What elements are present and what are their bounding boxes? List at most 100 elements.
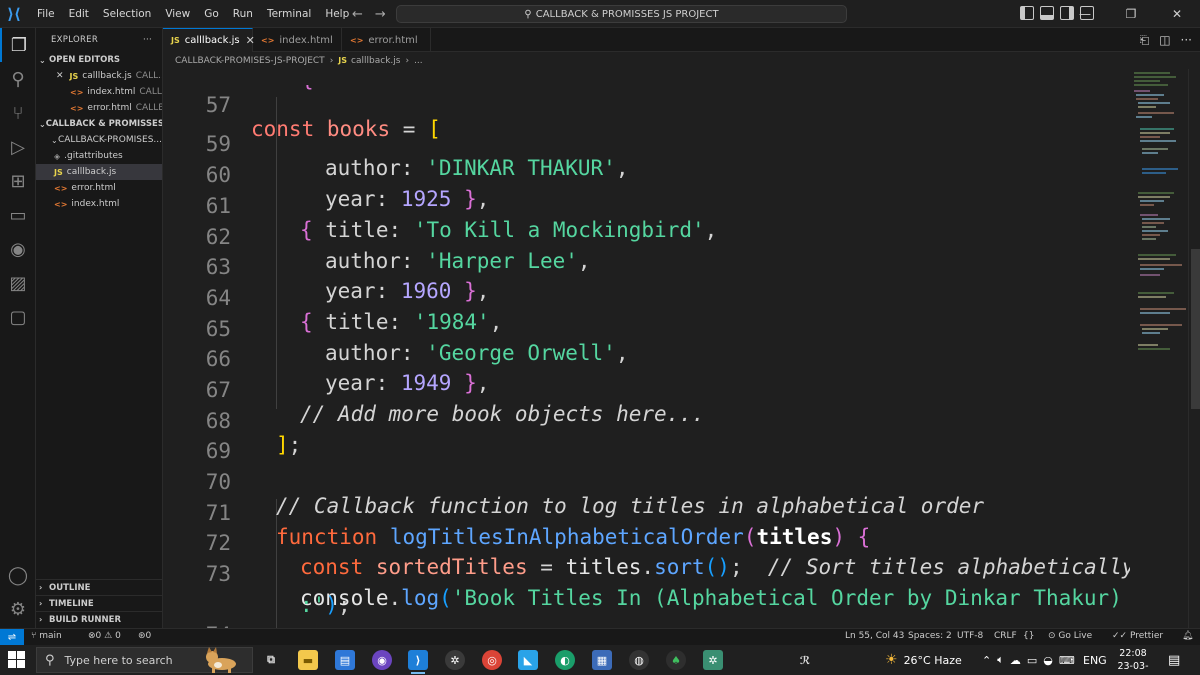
- file-explorer-icon[interactable]: ▬: [298, 650, 318, 670]
- file-item[interactable]: <> error.html: [36, 180, 162, 196]
- taskbar-clock[interactable]: 22:08 23-03-2024: [1108, 647, 1158, 675]
- go-live-button[interactable]: ⊙ Go Live: [1048, 631, 1092, 641]
- split-editor-icon[interactable]: ◫: [1159, 33, 1170, 48]
- weather-widget[interactable]: ☀ 26°C Haze: [885, 645, 962, 675]
- menu-edit[interactable]: Edit: [62, 0, 96, 28]
- tab-calllback-js[interactable]: JS calllback.js ✕: [163, 28, 255, 52]
- branch-status[interactable]: ⑂ main: [31, 631, 62, 641]
- menu-help[interactable]: Help: [318, 0, 356, 28]
- code-line: 73 console.log('Book Titles In (Alphabet…: [205, 562, 1122, 610]
- windows-start-icon[interactable]: [8, 651, 26, 669]
- toggle-panel-icon[interactable]: [1040, 6, 1054, 20]
- onedrive-icon[interactable]: ☁: [1010, 654, 1021, 667]
- chat-icon[interactable]: ▢: [0, 300, 36, 334]
- open-editor-item[interactable]: ✕ JS calllback.js CALL...: [36, 68, 162, 84]
- chevron-right-icon: ›: [39, 583, 43, 592]
- keyboard-icon[interactable]: ⌨: [1059, 654, 1075, 667]
- github-icon[interactable]: ◉: [0, 232, 36, 266]
- open-changes-icon[interactable]: ⎗: [1140, 33, 1150, 48]
- minimap[interactable]: [1130, 69, 1188, 628]
- chevron-right-icon: ›: [39, 599, 43, 608]
- breadcrumb-folder[interactable]: CALLBACK-PROMISES-JS-PROJECT: [175, 56, 325, 66]
- menu-run[interactable]: Run: [226, 0, 260, 28]
- speaker-icon[interactable]: 🔈︎: [997, 653, 1004, 667]
- outline-section[interactable]: › OUTLINE: [36, 579, 163, 595]
- command-center-search[interactable]: ⚲ CALLBACK & PROMISSES JS PROJECT: [396, 5, 847, 23]
- restore-icon[interactable]: ❐: [1108, 0, 1154, 28]
- chatgpt-icon[interactable]: ✲: [445, 650, 465, 670]
- settings-gear-icon[interactable]: ⚙: [0, 592, 36, 626]
- language-indicator[interactable]: ENG: [1083, 645, 1107, 675]
- more-actions-icon[interactable]: ···: [143, 35, 152, 45]
- network-icon[interactable]: ◒: [1043, 654, 1053, 667]
- minimize-icon[interactable]: —: [1062, 0, 1108, 28]
- tab-error-html[interactable]: <> error.html: [342, 28, 431, 52]
- file-item[interactable]: <> index.html: [36, 196, 162, 212]
- vscode-taskbar-icon[interactable]: ⟩: [408, 650, 428, 670]
- back-arrow-icon[interactable]: ←: [352, 7, 363, 22]
- extensions-icon[interactable]: ⊞: [0, 164, 36, 198]
- edge-icon[interactable]: ◐: [555, 650, 575, 670]
- flutter-icon[interactable]: ◣: [518, 650, 538, 670]
- editor-tab-bar: JS calllback.js ✕ <> index.html <> error…: [163, 28, 1200, 52]
- close-icon[interactable]: ✕: [56, 71, 64, 81]
- cursor-position[interactable]: Ln 55, Col 43: [845, 631, 904, 641]
- more-actions-icon[interactable]: ···: [1181, 33, 1192, 48]
- image-preview-icon[interactable]: ▨: [0, 266, 36, 300]
- menu-go[interactable]: Go: [197, 0, 226, 28]
- code-line: 57 const books = [: [205, 93, 441, 141]
- menu-view[interactable]: View: [158, 0, 197, 28]
- people-icon[interactable]: ℛ: [795, 650, 815, 670]
- timeline-section[interactable]: › TIMELINE: [36, 595, 163, 611]
- github-desktop-icon[interactable]: ◉: [372, 650, 392, 670]
- folder-item[interactable]: ⌄ CALLBACK-PROMISES...: [36, 132, 162, 148]
- open-editor-item[interactable]: <> error.html CALLB...: [36, 100, 162, 116]
- toggle-primary-sidebar-icon[interactable]: [1020, 6, 1034, 20]
- notifications-bell-icon[interactable]: 🔔︎: [1182, 631, 1193, 641]
- breadcrumb-file[interactable]: calllback.js: [351, 56, 400, 66]
- chatgpt-app-icon[interactable]: ✲: [703, 650, 723, 670]
- indent-status[interactable]: Spaces: 2: [908, 631, 952, 641]
- code-line: 71 function logTitlesInAlphabeticalOrder…: [205, 501, 871, 549]
- prettier-status[interactable]: ✓✓ Prettier: [1112, 631, 1163, 641]
- file-item[interactable]: JS calllback.js: [36, 164, 162, 180]
- file-item[interactable]: ◈ .gitattributes: [36, 148, 162, 164]
- code-editor[interactable]: { 57 const books = [ 59 author: 'DINKAR …: [163, 69, 1130, 628]
- battery-icon[interactable]: ▭: [1027, 654, 1037, 667]
- menu-selection[interactable]: Selection: [96, 0, 158, 28]
- account-icon[interactable]: ◯: [0, 558, 36, 592]
- mongodb-icon[interactable]: ♠: [666, 650, 686, 670]
- desktop-app-icon[interactable]: ▤: [335, 650, 355, 670]
- app-icon[interactable]: ▦: [592, 650, 612, 670]
- obs-icon[interactable]: ◍: [629, 650, 649, 670]
- ports-status[interactable]: ⊛0: [138, 631, 151, 641]
- remote-explorer-icon[interactable]: ▭: [0, 198, 36, 232]
- scrollbar-thumb[interactable]: [1191, 249, 1200, 409]
- menu-file[interactable]: File: [30, 0, 62, 28]
- close-window-icon[interactable]: ✕: [1154, 0, 1200, 28]
- breadcrumb-symbol[interactable]: ...: [414, 56, 423, 66]
- build-runner-section[interactable]: › BUILD RUNNER: [36, 611, 163, 627]
- code-line: 63 year: 1960 },: [205, 255, 490, 303]
- open-editor-item[interactable]: <> index.html CALL...: [36, 84, 162, 100]
- forward-arrow-icon[interactable]: →: [375, 7, 386, 22]
- run-debug-icon[interactable]: ▷: [0, 130, 36, 164]
- remote-indicator-icon[interactable]: ⇌: [0, 629, 24, 645]
- language-braces-icon[interactable]: {}: [1023, 631, 1034, 641]
- problems-status[interactable]: ⊗0 ⚠ 0: [88, 631, 121, 641]
- menu-terminal[interactable]: Terminal: [260, 0, 318, 28]
- project-section[interactable]: ⌄ CALLBACK & PROMISSES J...: [36, 116, 162, 132]
- explorer-icon[interactable]: ❐: [0, 28, 36, 62]
- eol-status[interactable]: CRLF: [994, 631, 1017, 641]
- encoding-status[interactable]: UTF-8: [957, 631, 983, 641]
- notification-center-icon[interactable]: ▤: [1168, 645, 1180, 675]
- task-view-icon[interactable]: ⧉: [261, 650, 281, 670]
- search-activity-icon[interactable]: ⚲: [0, 62, 36, 96]
- show-hidden-icons-icon[interactable]: ⌃: [982, 654, 991, 667]
- tab-index-html[interactable]: <> index.html: [253, 28, 342, 52]
- open-editors-section[interactable]: ⌄ OPEN EDITORS: [36, 52, 162, 68]
- editor-scrollbar[interactable]: [1188, 69, 1200, 628]
- source-control-icon[interactable]: ⑂: [0, 96, 36, 130]
- error-icon: ⊗: [88, 631, 96, 641]
- chrome-icon[interactable]: ◎: [482, 650, 502, 670]
